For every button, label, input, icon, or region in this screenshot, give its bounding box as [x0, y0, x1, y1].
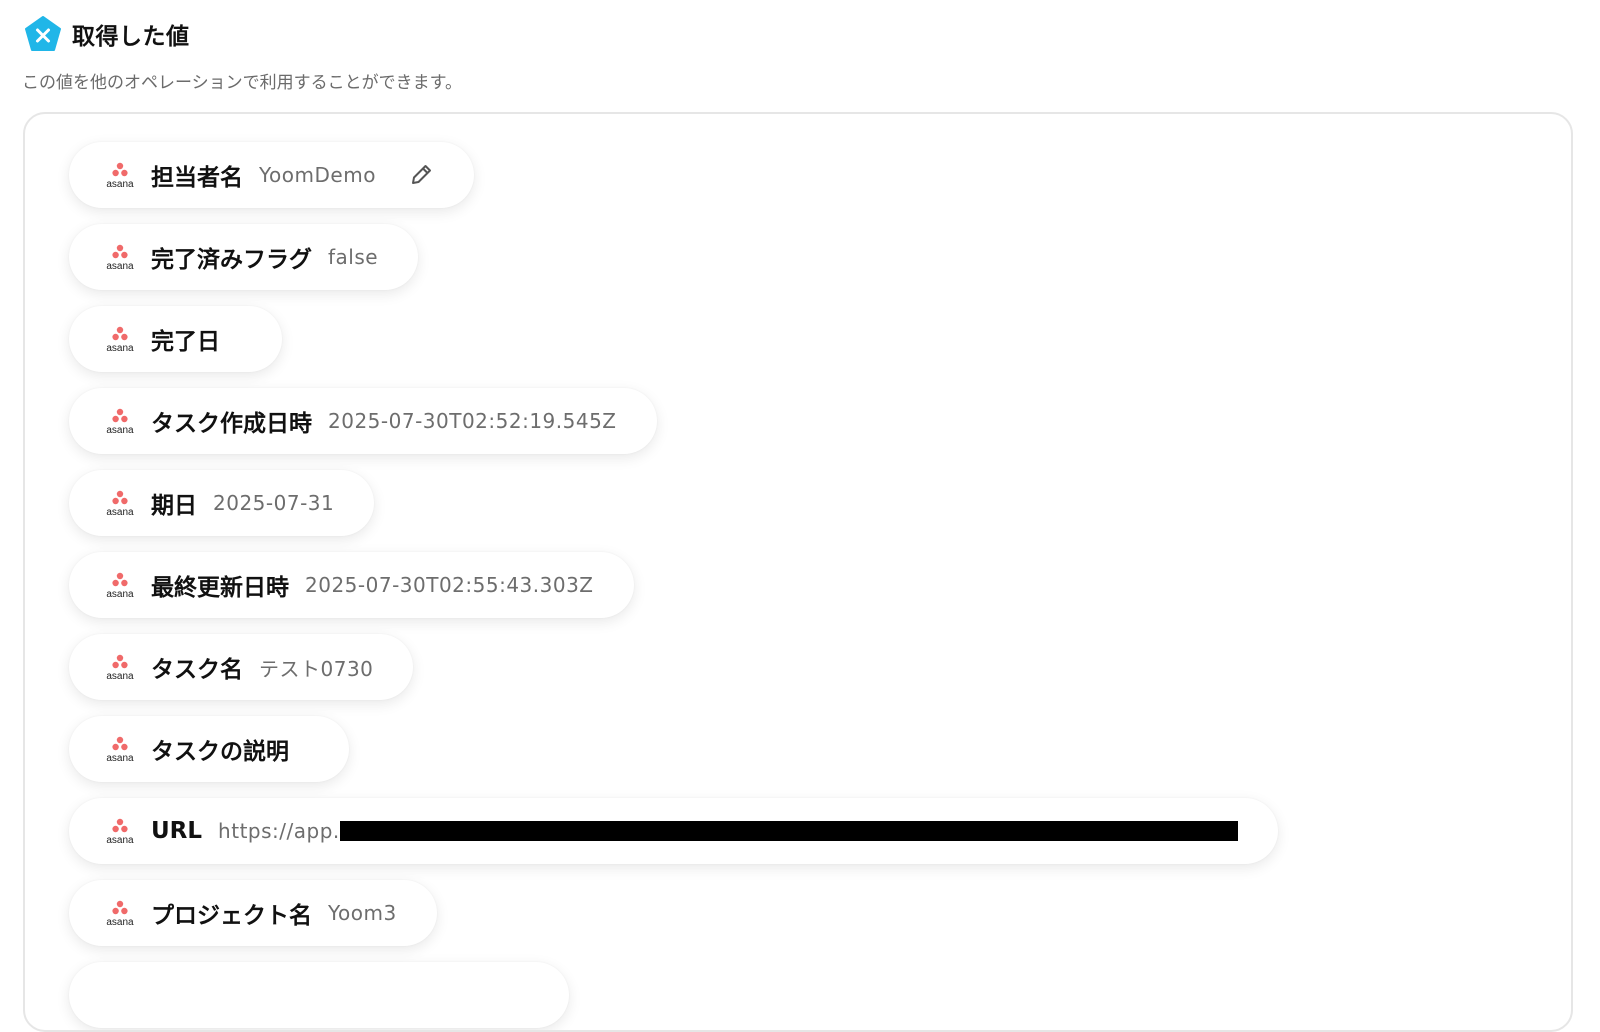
value-label: タスクの説明	[151, 739, 289, 765]
yoom-variable-icon	[25, 16, 61, 51]
svg-text:asana: asana	[106, 425, 134, 436]
section-description: この値を他のオペレーションで利用することができます。	[22, 73, 462, 93]
value-text: https://app.	[218, 819, 340, 843]
value-chip-task-description[interactable]: asana タスクの説明	[69, 716, 349, 782]
value-label: 完了済みフラグ	[151, 247, 312, 273]
svg-text:asana: asana	[106, 589, 134, 600]
value-chip-last-modified[interactable]: asana 最終更新日時 2025-07-30T02:55:43.303Z	[69, 552, 634, 618]
value-label: 期日	[151, 493, 197, 519]
asana-logo-icon: asana	[106, 162, 134, 190]
asana-logo-icon: asana	[106, 572, 134, 600]
value-chip-completed-flag[interactable]: asana 完了済みフラグ false	[69, 224, 419, 290]
value-chip-task-created-at[interactable]: asana タスク作成日時 2025-07-30T02:52:19.545Z	[69, 388, 657, 454]
value-label: URL	[151, 818, 203, 844]
asana-logo-icon: asana	[106, 736, 134, 764]
value-label: タスク作成日時	[151, 411, 312, 437]
pencil-icon[interactable]	[408, 162, 434, 188]
value-label: プロジェクト名	[151, 903, 312, 929]
value-label: 完了日	[151, 329, 220, 355]
value-text: 2025-07-30T02:52:19.545Z	[328, 409, 617, 433]
value-chip-project-name[interactable]: asana プロジェクト名 Yoom3	[69, 880, 437, 946]
asana-logo-icon: asana	[106, 244, 134, 272]
svg-text:asana: asana	[106, 261, 134, 272]
value-text: 2025-07-31	[213, 491, 335, 515]
svg-text:asana: asana	[106, 343, 134, 354]
svg-text:asana: asana	[106, 671, 134, 682]
value-text: false	[328, 245, 379, 269]
value-label: 最終更新日時	[151, 575, 289, 601]
section-header: 取得した値	[24, 16, 190, 52]
svg-text:asana: asana	[106, 507, 134, 518]
value-text: YoomDemo	[259, 163, 376, 187]
svg-text:asana: asana	[106, 753, 134, 764]
value-label: 担当者名	[151, 165, 243, 191]
values-list: asana 担当者名 YoomDemo asana 完了済みフラグ false …	[69, 142, 1278, 1028]
value-chip-partial[interactable]	[69, 962, 569, 1028]
value-chip-due-date[interactable]: asana 期日 2025-07-31	[69, 470, 375, 536]
value-chip-url[interactable]: asana URL https://app.	[69, 798, 1278, 864]
svg-text:asana: asana	[106, 179, 134, 190]
value-text: Yoom3	[328, 901, 397, 925]
section-title: 取得した値	[72, 24, 190, 50]
value-label: タスク名	[151, 657, 243, 683]
redaction-bar	[339, 821, 1238, 841]
asana-logo-icon: asana	[106, 654, 134, 682]
value-text: テスト0730	[259, 656, 374, 681]
values-panel: asana 担当者名 YoomDemo asana 完了済みフラグ false …	[23, 112, 1573, 1032]
value-text: 2025-07-30T02:55:43.303Z	[305, 573, 594, 597]
asana-logo-icon: asana	[106, 818, 134, 846]
asana-logo-icon: asana	[106, 490, 134, 518]
value-chip-task-name[interactable]: asana タスク名 テスト0730	[69, 634, 414, 700]
value-chip-assignee[interactable]: asana 担当者名 YoomDemo	[69, 142, 474, 208]
asana-logo-icon: asana	[106, 900, 134, 928]
asana-logo-icon: asana	[106, 408, 134, 436]
value-chip-completed-date[interactable]: asana 完了日	[69, 306, 282, 372]
asana-logo-icon: asana	[106, 326, 134, 354]
svg-text:asana: asana	[106, 917, 134, 928]
svg-text:asana: asana	[106, 835, 134, 846]
